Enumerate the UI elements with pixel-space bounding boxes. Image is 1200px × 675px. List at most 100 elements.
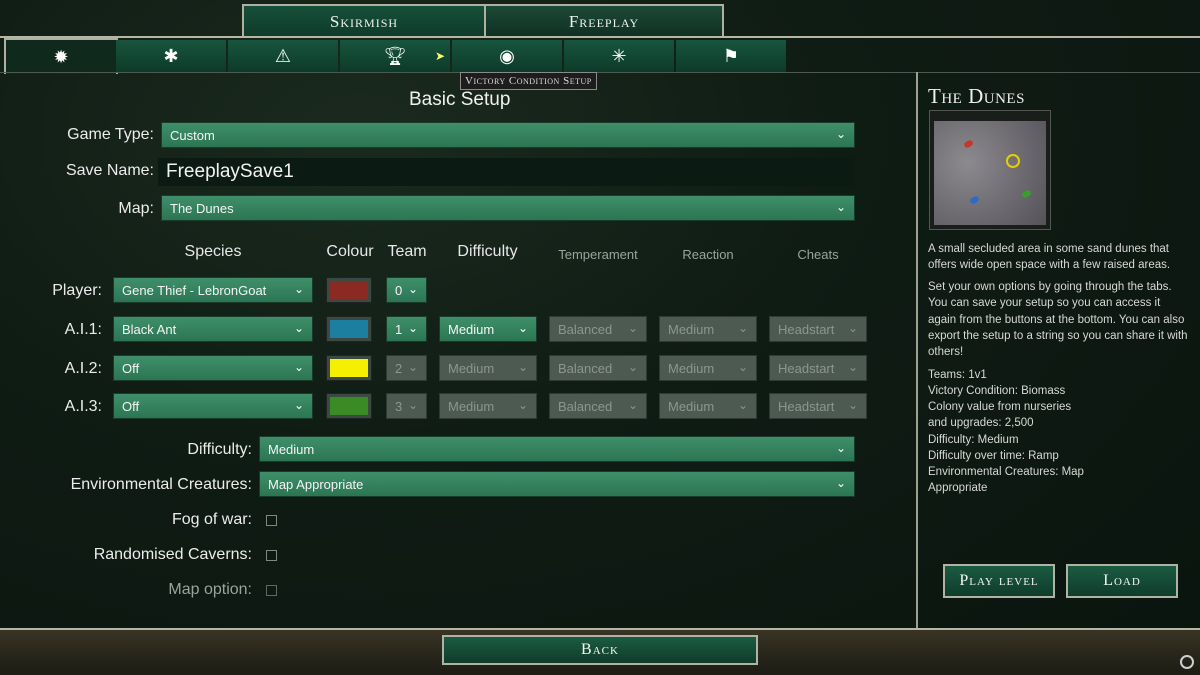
ai1-temperament-value: Balanced xyxy=(558,321,613,337)
col-temperament: Temperament xyxy=(558,247,638,262)
ai2-temperament-value: Balanced xyxy=(558,360,613,376)
ai3-marker xyxy=(1021,189,1032,199)
ai1-difficulty-dropdown[interactable]: Medium ⌄ xyxy=(439,316,537,342)
ai3-cheats-dropdown[interactable]: Headstart ⌄ xyxy=(769,393,867,419)
cursor-icon: ➤ xyxy=(434,49,446,63)
tab-warnings[interactable]: ⚠ xyxy=(228,40,338,72)
col-reaction: Reaction xyxy=(682,247,734,262)
chevron-down-icon: ⌄ xyxy=(835,476,846,490)
game-type-label: Game Type: xyxy=(67,126,154,143)
env-creatures-label: Environmental Creatures: xyxy=(70,476,252,493)
help-text: Set your own options by going through th… xyxy=(928,281,1188,359)
difficulty-dropdown[interactable]: Medium ⌄ xyxy=(259,436,855,462)
load-button[interactable]: Load xyxy=(1066,564,1178,598)
chevron-down-icon: ⌄ xyxy=(847,321,858,335)
randomised-caverns-checkbox[interactable] xyxy=(266,550,277,561)
save-name-field[interactable]: FreeplaySave1 xyxy=(158,158,854,186)
ai1-cheats-dropdown[interactable]: Headstart ⌄ xyxy=(769,316,867,342)
ai3-team-dropdown[interactable]: 3 ⌄ xyxy=(386,393,427,419)
ai2-cheats-dropdown[interactable]: Headstart ⌄ xyxy=(769,355,867,381)
refresh-icon[interactable] xyxy=(1180,655,1194,669)
trophy-icon: 🏆︎ xyxy=(383,45,407,66)
ai2-team-dropdown[interactable]: 2 ⌄ xyxy=(386,355,427,381)
tab-flag[interactable]: ⚑ xyxy=(676,40,786,72)
ai2-reaction-value: Medium xyxy=(668,360,715,376)
map-terrain xyxy=(934,121,1046,225)
ai2-difficulty-dropdown[interactable]: Medium ⌄ xyxy=(439,355,537,381)
game-type-value: Custom xyxy=(170,127,215,143)
info-difficulty: Difficulty: Medium xyxy=(928,434,1019,446)
ai1-temperament-dropdown[interactable]: Balanced ⌄ xyxy=(549,316,647,342)
spider-icon: ✳ xyxy=(611,45,627,66)
ai2-species-value: Off xyxy=(122,360,140,376)
chevron-down-icon: ⌄ xyxy=(407,360,418,374)
save-name-label: Save Name: xyxy=(65,162,154,179)
env-creatures-dropdown[interactable]: Map Appropriate ⌄ xyxy=(259,471,855,497)
ai3-temperament-value: Balanced xyxy=(558,398,613,414)
chevron-down-icon: ⌄ xyxy=(737,321,748,335)
map-preview xyxy=(929,110,1051,230)
ai1-reaction-dropdown[interactable]: Medium ⌄ xyxy=(659,316,757,342)
fog-of-war-checkbox[interactable] xyxy=(266,515,277,526)
chevron-down-icon: ⌄ xyxy=(847,360,858,374)
map-label: Map: xyxy=(118,200,154,217)
top-divider xyxy=(0,36,1200,38)
player-species-dropdown[interactable]: Gene Thief - LebronGoat ⌄ xyxy=(113,277,313,303)
ai3-reaction-dropdown[interactable]: Medium ⌄ xyxy=(659,393,757,419)
tab-basic-setup[interactable]: ✹ xyxy=(4,38,118,74)
tab-creatures[interactable]: ✳ xyxy=(564,40,674,72)
player-team-dropdown[interactable]: 0 ⌄ xyxy=(386,277,427,303)
flag-icon: ⚑ xyxy=(722,45,740,66)
ai1-reaction-value: Medium xyxy=(668,321,715,337)
player-team-value: 0 xyxy=(395,282,403,298)
difficulty-label: Difficulty: xyxy=(187,441,252,458)
ai1-colour-swatch[interactable] xyxy=(326,316,372,342)
ai1-cheats-value: Headstart xyxy=(778,321,835,337)
chevron-down-icon: ⌄ xyxy=(627,321,638,335)
ai1-team-dropdown[interactable]: 1 ⌄ xyxy=(386,316,427,342)
chevron-down-icon: ⌄ xyxy=(627,398,638,412)
info-colony-value: Colony value from nurseries and upgrades… xyxy=(928,401,1072,430)
row-label-ai2: A.I.2: xyxy=(64,360,102,377)
chevron-down-icon: ⌄ xyxy=(293,321,304,335)
ai3-team-value: 3 xyxy=(395,398,403,414)
player-colour-swatch[interactable] xyxy=(326,277,372,303)
ai3-difficulty-dropdown[interactable]: Medium ⌄ xyxy=(439,393,537,419)
tab-victory[interactable]: 🏆︎ ➤ xyxy=(340,40,450,72)
ai3-temperament-dropdown[interactable]: Balanced ⌄ xyxy=(549,393,647,419)
info-env-creatures: Environmental Creatures: Map Appropriate xyxy=(928,466,1084,495)
info-victory: Victory Condition: Biomass xyxy=(928,385,1066,397)
ai2-reaction-dropdown[interactable]: Medium ⌄ xyxy=(659,355,757,381)
ai2-temperament-dropdown[interactable]: Balanced ⌄ xyxy=(549,355,647,381)
ai3-colour-swatch[interactable] xyxy=(326,393,372,419)
ai1-species-dropdown[interactable]: Black Ant ⌄ xyxy=(113,316,313,342)
ai2-difficulty-value: Medium xyxy=(448,360,495,376)
ai2-colour-swatch[interactable] xyxy=(326,355,372,381)
player-species-value: Gene Thief - LebronGoat xyxy=(122,282,267,298)
chevron-down-icon: ⌄ xyxy=(407,282,418,296)
play-level-button[interactable]: Play level xyxy=(943,564,1055,598)
map-description: A small secluded area in some sand dunes… xyxy=(928,243,1171,272)
ant-icon: ✱ xyxy=(163,45,179,66)
tab-freeplay[interactable]: Freeplay xyxy=(484,4,724,38)
chevron-down-icon: ⌄ xyxy=(627,360,638,374)
chevron-down-icon: ⌄ xyxy=(293,398,304,412)
ai3-species-dropdown[interactable]: Off ⌄ xyxy=(113,393,313,419)
tooltip: Victory Condition Setup xyxy=(460,72,597,90)
tab-skirmish[interactable]: Skirmish xyxy=(242,4,486,38)
tab-world[interactable]: ◉ xyxy=(452,40,562,72)
map-dropdown[interactable]: The Dunes ⌄ xyxy=(161,195,855,221)
chevron-down-icon: ⌄ xyxy=(835,127,846,141)
page-title: Basic Setup xyxy=(409,89,511,110)
tab-species[interactable]: ✱ xyxy=(116,40,226,72)
ai1-marker xyxy=(969,195,980,205)
map-title: The Dunes xyxy=(928,84,1025,108)
info-teams: Teams: 1v1 xyxy=(928,369,987,381)
chevron-down-icon: ⌄ xyxy=(293,282,304,296)
difficulty-value: Medium xyxy=(268,441,315,457)
back-button[interactable]: Back xyxy=(442,635,758,665)
map-option-checkbox[interactable] xyxy=(266,585,277,596)
game-type-dropdown[interactable]: Custom ⌄ xyxy=(161,122,855,148)
ai2-species-dropdown[interactable]: Off ⌄ xyxy=(113,355,313,381)
chevron-down-icon: ⌄ xyxy=(835,441,846,455)
